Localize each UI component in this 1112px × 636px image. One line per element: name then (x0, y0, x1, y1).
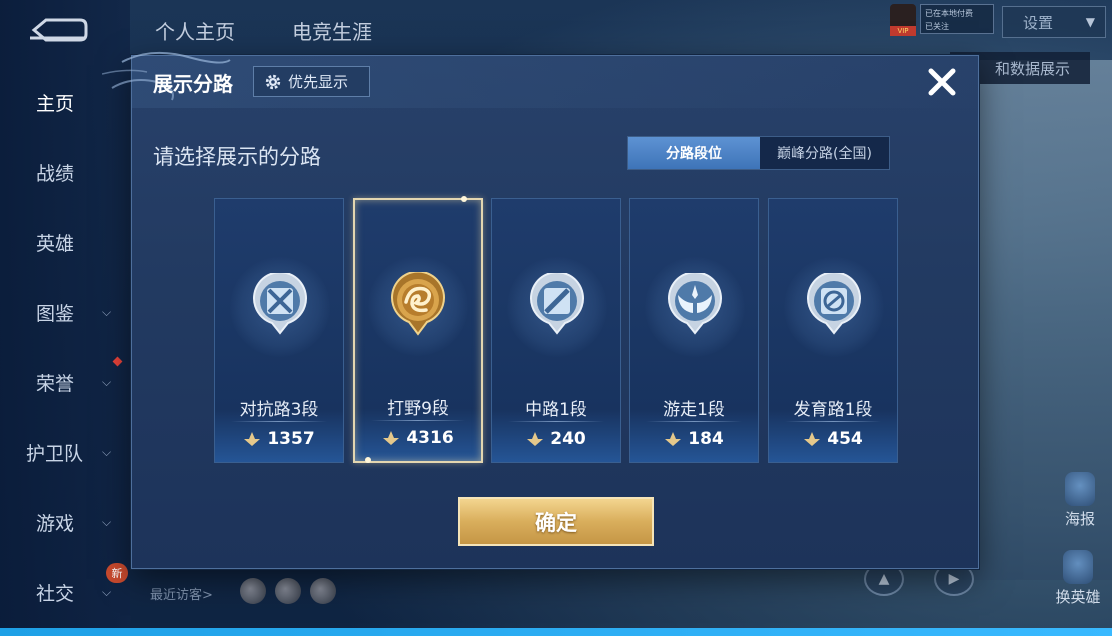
lane-name: 中路1段 (525, 400, 587, 420)
lane-score: 454 (769, 429, 897, 449)
lane-score-value: 1357 (267, 429, 315, 449)
lane-display-dialog: 展示分路 优先显示 请选择展示的分路 分路段位 巅峰分路(全国) 对抗路3段 1… (102, 51, 979, 569)
sidebar-item-label: 图鉴 (36, 302, 75, 325)
sidebar-item-guard[interactable]: 护卫队 ⌵ (0, 432, 130, 472)
settings-dropdown[interactable]: 设置 ▼ (1002, 6, 1106, 38)
rank-points-icon (244, 432, 261, 446)
close-button[interactable] (924, 64, 960, 100)
gear-icon (265, 74, 281, 89)
lane-badge (368, 256, 468, 356)
back-arrow-icon (30, 18, 88, 42)
chevron-down-icon: ▼ (1085, 15, 1095, 29)
visitor-avatar[interactable] (240, 578, 266, 604)
rank-points-icon (665, 432, 682, 446)
clash-lane-icon (253, 273, 307, 335)
lane-badge (784, 257, 884, 357)
roam-wings-icon (668, 273, 722, 335)
lane-name: 打野9段 (387, 399, 449, 419)
lane-score: 4316 (355, 428, 481, 448)
lane-score-value: 184 (688, 429, 724, 449)
rank-points-icon (527, 432, 544, 446)
settings-label: 设置 (1023, 13, 1054, 32)
mid-lane-icon (530, 273, 584, 335)
poster-icon (1065, 472, 1095, 506)
corner-sparkle-icon (365, 457, 371, 463)
vip-badge: VIP (890, 26, 916, 36)
lane-name: 游走1段 (663, 400, 725, 420)
avatar[interactable]: VIP (890, 4, 916, 36)
back-button[interactable] (28, 16, 88, 44)
corner-sparkle-icon (461, 196, 467, 202)
divider (646, 421, 742, 422)
chevron-down-icon: ⌵ (102, 304, 112, 319)
lane-card-mid[interactable]: 中路1段 240 (491, 198, 621, 463)
chevron-down-icon: ⌵ (102, 514, 112, 529)
priority-display-label: 优先显示 (288, 73, 349, 91)
sidebar-item-label: 英雄 (36, 232, 75, 255)
status-line: 已关注 (925, 22, 949, 31)
lane-card-farm[interactable]: 发育路1段 454 (768, 198, 898, 463)
play-icon: ▶ (948, 571, 960, 587)
sidebar-item-record[interactable]: 战绩 (0, 152, 130, 192)
priority-display-button[interactable]: 优先显示 (253, 66, 370, 97)
sidebar-item-label: 社交 (36, 582, 75, 605)
dialog-title: 展示分路 (153, 72, 233, 96)
tab-profile[interactable]: 个人主页 (155, 16, 235, 45)
status-line: 已在本地付费 (925, 9, 973, 18)
lane-badge (645, 257, 745, 357)
sidebar-item-label: 荣誉 (36, 372, 75, 395)
poster-button[interactable]: 海报 (1050, 472, 1110, 529)
poster-label: 海报 (1064, 510, 1095, 528)
lane-score-value: 240 (550, 429, 586, 449)
lane-badge (507, 257, 607, 357)
recent-visitors-label[interactable]: 最近访客> (150, 584, 213, 603)
rank-points-icon (383, 431, 400, 445)
divider (508, 421, 604, 422)
tab-peak-lane-national[interactable]: 巅峰分路(全国) (760, 137, 889, 169)
lane-score-value: 4316 (406, 428, 454, 448)
lane-score-value: 454 (827, 429, 863, 449)
lane-card-clash[interactable]: 对抗路3段 1357 (214, 198, 344, 463)
sidebar-item-gallery[interactable]: 图鉴 ⌵ (0, 292, 130, 332)
sidebar-item-label: 主页 (36, 92, 75, 115)
lane-type-toggle: 分路段位 巅峰分路(全国) (627, 136, 890, 170)
lane-badge (230, 257, 330, 357)
tab-esports-career[interactable]: 电竞生涯 (292, 16, 372, 45)
lane-name: 对抗路3段 (239, 400, 319, 420)
jungle-dragon-icon (391, 272, 445, 336)
chevron-down-icon: ⌵ (102, 374, 112, 389)
lane-score: 184 (630, 429, 758, 449)
lane-score: 240 (492, 429, 620, 449)
lane-card-jungle[interactable]: 打野9段 4316 (353, 196, 483, 463)
divider (785, 421, 881, 422)
dialog-subtitle: 请选择展示的分路 (153, 145, 321, 169)
visitor-avatar[interactable] (275, 578, 301, 604)
sidebar-item-label: 战绩 (36, 162, 75, 185)
new-badge: 新 (106, 563, 128, 583)
sidebar-item-heroes[interactable]: 英雄 (0, 222, 130, 262)
rank-points-icon (804, 432, 821, 446)
sidebar-item-honor[interactable]: 荣誉 ⌵ (0, 362, 130, 402)
divider (371, 420, 465, 421)
sidebar-item-label: 护卫队 (26, 442, 84, 465)
switch-hero-icon (1063, 550, 1093, 584)
switch-hero-label: 换英雄 (1055, 588, 1101, 606)
tab-lane-rank[interactable]: 分路段位 (628, 137, 760, 169)
sidebar-item-label: 游戏 (36, 512, 75, 535)
arrow-up-icon: ▲ (878, 571, 890, 587)
divider (231, 421, 327, 422)
confirm-button[interactable]: 确定 (458, 497, 654, 546)
bottom-accent-bar (0, 628, 1112, 636)
sidebar-item-game[interactable]: 游戏 ⌵ (0, 502, 130, 542)
chevron-down-icon: ⌵ (102, 584, 112, 599)
lane-score: 1357 (215, 429, 343, 449)
close-icon (928, 68, 956, 96)
chevron-down-icon: ⌵ (102, 444, 112, 459)
switch-hero-button[interactable]: 换英雄 (1048, 550, 1108, 607)
lane-name: 发育路1段 (793, 400, 873, 420)
lane-card-roam[interactable]: 游走1段 184 (629, 198, 759, 463)
farm-lane-icon (807, 273, 861, 335)
visitor-avatar[interactable] (310, 578, 336, 604)
status-box: 已在本地付费 已关注 (920, 4, 994, 34)
